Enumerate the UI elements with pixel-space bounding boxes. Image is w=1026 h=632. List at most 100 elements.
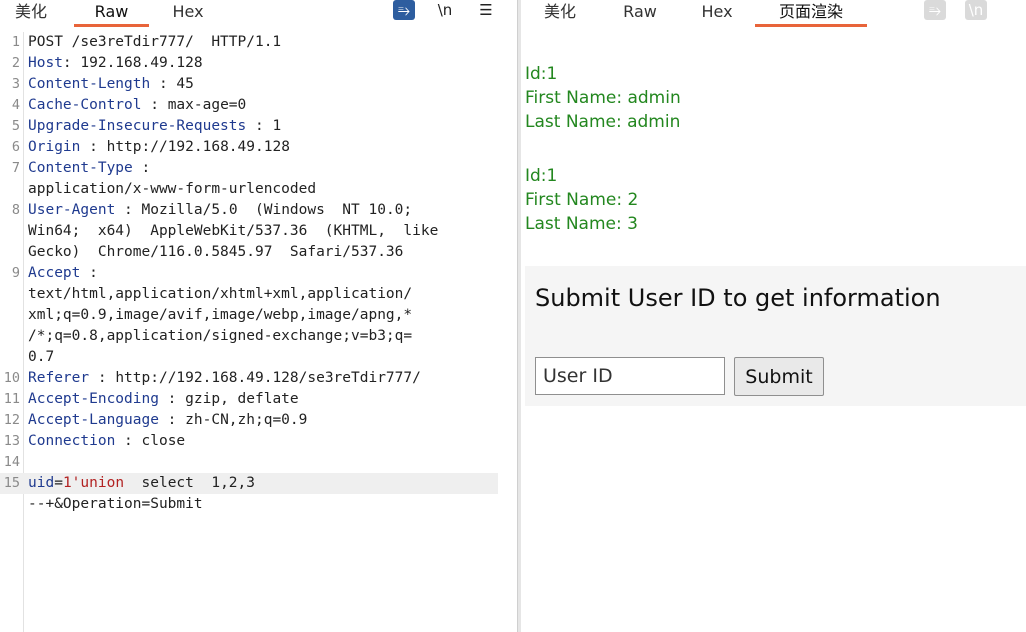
header-line: User-Agent : Mozilla/5.0 (Windows NT 10.…	[28, 200, 412, 221]
line-number: 15	[3, 475, 20, 491]
editor-line: 10 Referer : http://192.168.49.128/se3re…	[0, 368, 517, 389]
tab-hex[interactable]: Hex	[168, 0, 208, 27]
header-value: text/html,application/xhtml+xml,applicat…	[28, 286, 413, 302]
header-key: Cache-Control	[28, 97, 142, 113]
rendered-page: Id:1 First Name: admin Last Name: admin …	[521, 32, 1026, 632]
editor-line: 4 Cache-Control : max-age=0	[0, 95, 517, 116]
line-number: 5	[11, 118, 20, 134]
header-key: Content-Type	[28, 160, 133, 176]
line-number: 9	[11, 265, 20, 281]
form-title: Submit User ID to get information	[535, 284, 941, 312]
menu-icon[interactable]: ☰	[475, 0, 497, 20]
header-key: Accept-Language	[28, 412, 159, 428]
editor-line: 2 Host: 192.168.49.128	[0, 53, 517, 74]
submit-button[interactable]: Submit	[734, 357, 824, 396]
header-value: 45	[176, 76, 194, 92]
body-eq: =	[54, 475, 63, 491]
wrap-lines-icon[interactable]: ⥱	[393, 0, 415, 20]
header-key: Referer	[28, 370, 90, 386]
line-number: 14	[3, 454, 20, 470]
header-value: 0.7	[28, 349, 55, 365]
header-line: Cache-Control : max-age=0	[28, 95, 246, 116]
body-payload: select 1,2,3	[124, 475, 256, 491]
header-line: Content-Length : 45	[28, 74, 194, 95]
header-value: Gecko) Chrome/116.0.5845.97 Safari/537.3…	[28, 244, 404, 260]
request-tabbar: 美化 Raw Hex ⥱ \n ☰	[0, 0, 517, 27]
header-line: Accept-Language : zh-CN,zh;q=0.9	[28, 410, 307, 431]
request-line: POST /se3reTdir777/ HTTP/1.1	[28, 34, 282, 50]
tab-hex[interactable]: Hex	[697, 0, 737, 27]
result-first-name: First Name: admin	[525, 88, 681, 108]
header-line: Connection : close	[28, 431, 185, 452]
editor-line-wrapped: --+&Operation=Submit	[0, 494, 517, 515]
editor-line: 9 Accept :	[0, 263, 517, 284]
tab-raw[interactable]: Raw	[74, 0, 149, 27]
result-first-name: First Name: 2	[525, 190, 639, 210]
tab-pretty[interactable]: 美化	[12, 0, 50, 27]
header-value: close	[141, 433, 186, 449]
header-key: Accept-Encoding	[28, 391, 159, 407]
header-sep: :	[115, 433, 142, 449]
header-value: http://192.168.49.128	[106, 139, 290, 155]
header-line: Origin : http://192.168.49.128	[28, 137, 290, 158]
editor-line: 3 Content-Length : 45	[0, 74, 517, 95]
editor-line-wrapped: 0.7	[0, 347, 517, 368]
header-value: application/x-www-form-urlencoded	[28, 181, 317, 197]
editor-line-wrapped: Win64; x64) AppleWebKit/537.36 (KHTML, l…	[0, 221, 517, 242]
user-id-input[interactable]	[535, 357, 725, 395]
editor-line: 5 Upgrade-Insecure-Requests : 1	[0, 116, 517, 137]
tab-raw[interactable]: Raw	[621, 0, 659, 27]
header-value: gzip, deflate	[185, 391, 299, 407]
header-sep: :	[150, 76, 177, 92]
response-pane: 美化 Raw Hex 页面渲染 ⥱ \n Id:1 First Name: ad…	[521, 0, 1026, 632]
header-value: 192.168.49.128	[80, 55, 203, 71]
header-sep: :	[141, 97, 168, 113]
header-key: Origin	[28, 139, 81, 155]
header-line: Upgrade-Insecure-Requests : 1	[28, 116, 281, 137]
header-key: Content-Length	[28, 76, 151, 92]
line-number: 13	[3, 433, 20, 449]
line-number: 6	[11, 139, 20, 155]
editor-line-wrapped: /*;q=0.8,application/signed-exchange;v=b…	[0, 326, 517, 347]
header-value: xml;q=0.9,image/avif,image/webp,image/ap…	[28, 307, 413, 323]
header-sep: :	[62, 55, 81, 71]
header-line: Content-Type :	[28, 158, 150, 179]
wrap-lines-icon: ⥱	[924, 0, 946, 20]
header-line: Host: 192.168.49.128	[28, 53, 203, 74]
line-number: 1	[11, 34, 20, 50]
show-newlines-icon[interactable]: \n	[434, 0, 456, 20]
request-editor[interactable]: 1 POST /se3reTdir777/ HTTP/1.1 2 Host: 1…	[0, 32, 517, 632]
header-line: Accept-Encoding : gzip, deflate	[28, 389, 299, 410]
editor-line: 12 Accept-Language : zh-CN,zh;q=0.9	[0, 410, 517, 431]
line-number: 10	[3, 370, 20, 386]
header-value: Mozilla/5.0 (Windows NT 10.0;	[141, 202, 413, 218]
tab-render[interactable]: 页面渲染	[755, 0, 867, 27]
editor-line: 8 User-Agent : Mozilla/5.0 (Windows NT 1…	[0, 200, 517, 221]
line-number: 4	[11, 97, 20, 113]
result-id: Id:1	[525, 64, 558, 84]
line-number: 11	[3, 391, 20, 407]
header-value: http://192.168.49.128/se3reTdir777/	[115, 370, 421, 386]
line-number: 2	[11, 55, 20, 71]
header-sep: :	[246, 118, 273, 134]
body-param-value: 1'union	[62, 475, 125, 491]
body-param-name: uid	[28, 475, 55, 491]
editor-line: 13 Connection : close	[0, 431, 517, 452]
request-pane: 美化 Raw Hex ⥱ \n ☰ 1 POST /se3reTdir777/ …	[0, 0, 517, 632]
header-sep: :	[132, 160, 151, 176]
header-line: Accept :	[28, 263, 98, 284]
line-number: 12	[3, 412, 20, 428]
editor-line-wrapped: text/html,application/xhtml+xml,applicat…	[0, 284, 517, 305]
header-sep: :	[158, 412, 186, 428]
body-line: uid=1'union select 1,2,3	[28, 473, 255, 494]
editor-line: 7 Content-Type :	[0, 158, 517, 179]
editor-line: 1 POST /se3reTdir777/ HTTP/1.1	[0, 32, 517, 53]
line-number: 3	[11, 76, 20, 92]
result-last-name: Last Name: admin	[525, 112, 681, 132]
header-value: zh-CN,zh;q=0.9	[185, 412, 308, 428]
header-key: Connection	[28, 433, 116, 449]
tab-pretty[interactable]: 美化	[541, 0, 579, 27]
line-number: 7	[11, 160, 20, 176]
header-key: Host	[28, 55, 63, 71]
header-key: User-Agent	[28, 202, 116, 218]
